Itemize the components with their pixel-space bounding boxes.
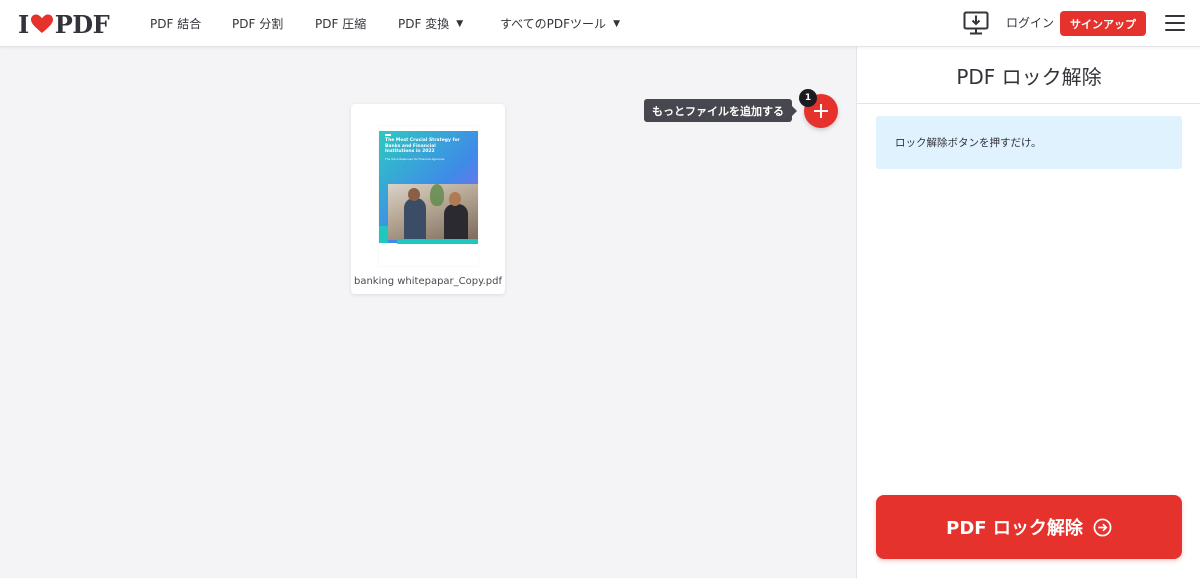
add-more-files-tooltip: もっとファイルを追加する (644, 99, 797, 122)
logo-text-pdf: PDF (54, 9, 110, 39)
logo-letter-i: I (18, 9, 29, 39)
nav-compress-pdf[interactable]: PDF 圧縮 (315, 0, 366, 47)
unlock-pdf-button[interactable]: PDF ロック解除 (876, 495, 1182, 559)
thumbnail-title: The Most Crucial Strategy for Banks and … (385, 138, 460, 154)
hamburger-menu-icon[interactable] (1165, 15, 1185, 31)
login-link[interactable]: ログイン (1006, 0, 1054, 47)
file-workspace[interactable]: The Most Crucial Strategy for Banks and … (0, 47, 856, 578)
desktop-download-icon[interactable] (963, 11, 989, 36)
ilovepdf-logo[interactable]: I PDF (18, 9, 110, 39)
file-card[interactable]: The Most Crucial Strategy for Banks and … (351, 104, 505, 294)
caret-down-icon: ▼ (613, 18, 620, 29)
nav-convert-pdf[interactable]: PDF 変換 ▼ (398, 0, 463, 47)
nav-merge-pdf[interactable]: PDF 結合 (150, 0, 201, 47)
pdf-thumbnail: The Most Crucial Strategy for Banks and … (379, 126, 478, 266)
unlock-pdf-button-label: PDF ロック解除 (946, 518, 1083, 539)
info-message: ロック解除ボタンを押すだけ。 (876, 116, 1182, 169)
options-sidebar: PDF ロック解除 ロック解除ボタンを押すだけ。 PDF ロック解除 (856, 47, 1200, 578)
caret-down-icon: ▼ (456, 18, 464, 29)
file-count-badge: 1 (799, 89, 817, 107)
sidebar-title: PDF ロック解除 (857, 47, 1200, 104)
signup-button[interactable]: サインアップ (1060, 11, 1146, 36)
thumbnail-subtitle: The Voice Response for Financial Agencie… (385, 157, 445, 161)
nav-split-pdf[interactable]: PDF 分割 (232, 0, 283, 47)
thumbnail-photo (388, 184, 478, 240)
nav-all-pdf-tools[interactable]: すべてのPDFツール ▼ (500, 0, 620, 47)
file-name: banking whitepapar_Copy.pdf (353, 276, 502, 287)
top-header: I PDF PDF 結合 PDF 分割 PDF 圧縮 PDF 変換 ▼ すべての… (0, 0, 1200, 47)
heart-icon (30, 14, 53, 33)
arrow-right-circle-icon (1093, 518, 1112, 536)
